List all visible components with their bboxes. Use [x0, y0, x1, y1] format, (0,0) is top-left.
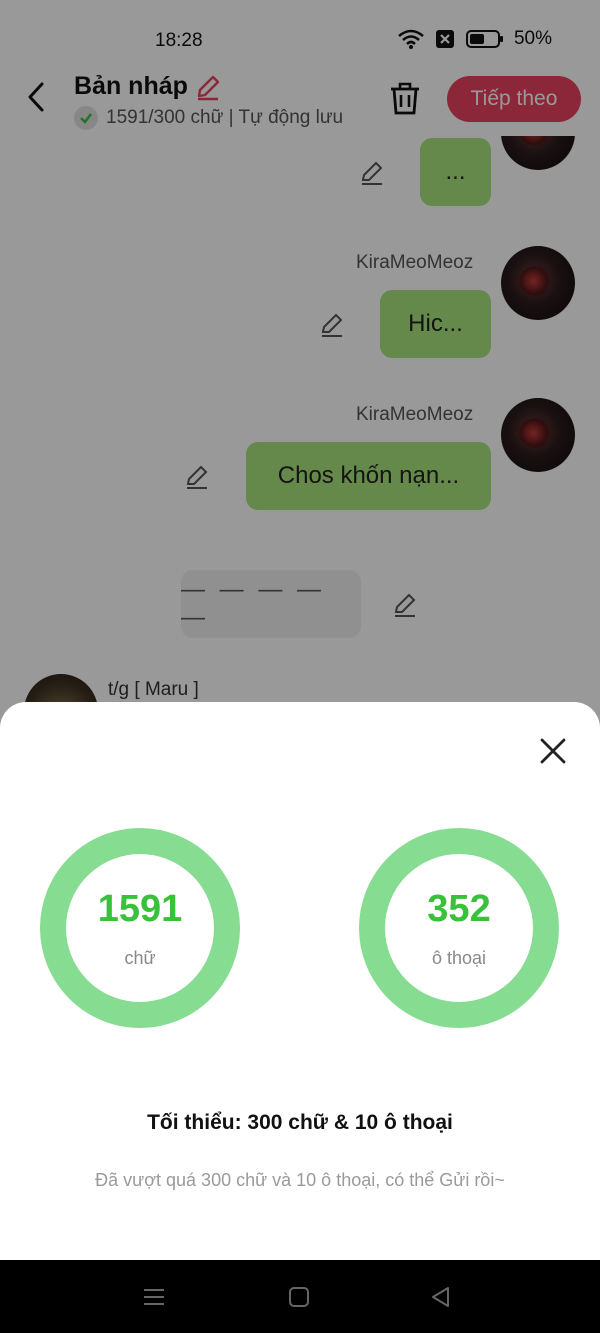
- minimum-description: Đã vượt quá 300 chữ và 10 ô thoại, có th…: [95, 1170, 505, 1190]
- avatar[interactable]: [501, 246, 575, 320]
- edit-icon[interactable]: [184, 464, 210, 490]
- pencil-icon[interactable]: [194, 73, 222, 101]
- back-triangle-icon[interactable]: [428, 1284, 454, 1310]
- battery-percent: 50%: [513, 28, 552, 49]
- avatar[interactable]: [501, 136, 575, 170]
- battery-icon: [465, 30, 503, 48]
- trash-icon[interactable]: [388, 80, 422, 116]
- message-username: KiraMeoMeoz: [356, 404, 474, 425]
- edit-icon[interactable]: [319, 312, 345, 338]
- message-bubble[interactable]: Chos khốn nạn...: [246, 442, 491, 510]
- word-count-sheet: 1591 chữ 352 ô thoại Tối thiểu: 300 chữ …: [0, 702, 600, 1260]
- status-time: 18:28: [155, 30, 203, 51]
- menu-icon[interactable]: [141, 1284, 167, 1310]
- edit-icon[interactable]: [359, 160, 385, 186]
- editor-header: Bản nháp 1591/300 chữ | Tự động lưu Tiếp…: [0, 70, 600, 136]
- home-icon[interactable]: [286, 1284, 312, 1310]
- back-icon[interactable]: [22, 80, 52, 114]
- title-row: Bản nháp: [74, 72, 222, 101]
- navigation-bar: [0, 1260, 600, 1333]
- status-icons: 50%: [398, 28, 552, 50]
- next-button[interactable]: Tiếp theo: [447, 76, 581, 122]
- minimum-title: Tối thiểu: 300 chữ & 10 ô thoại: [147, 1111, 453, 1134]
- word-status: 1591/300 chữ | Tự động lưu: [106, 107, 344, 128]
- word-status-row: 1591/300 chữ | Tự động lưu: [74, 106, 343, 130]
- dialogue-count-label: ô thoại: [431, 948, 487, 968]
- word-count-value: 1591: [97, 888, 183, 930]
- close-icon[interactable]: [538, 736, 568, 766]
- sim-off-icon: [435, 30, 454, 48]
- status-bar: 18:28 50%: [0, 0, 600, 70]
- dialogue-count-ring: 352 ô thoại: [359, 828, 559, 1028]
- message-username: KiraMeoMeoz: [356, 252, 474, 273]
- word-count-ring: 1591 chữ: [40, 828, 240, 1028]
- word-count-label: chữ: [124, 948, 156, 968]
- avatar[interactable]: [501, 398, 575, 472]
- divider-bubble[interactable]: — — — — —: [181, 570, 361, 638]
- chat-area: ... KiraMeoMeoz Hic... KiraMeoMeoz Chos …: [0, 136, 600, 720]
- check-icon: [74, 106, 98, 130]
- page-title: Bản nháp: [74, 72, 188, 100]
- wifi-icon: [398, 29, 424, 49]
- edit-icon[interactable]: [392, 592, 418, 618]
- message-bubble[interactable]: ...: [420, 138, 491, 206]
- message-bubble[interactable]: Hic...: [380, 290, 491, 358]
- dialogue-count-value: 352: [427, 888, 491, 930]
- message-username: t/g [ Maru ]: [108, 679, 199, 700]
